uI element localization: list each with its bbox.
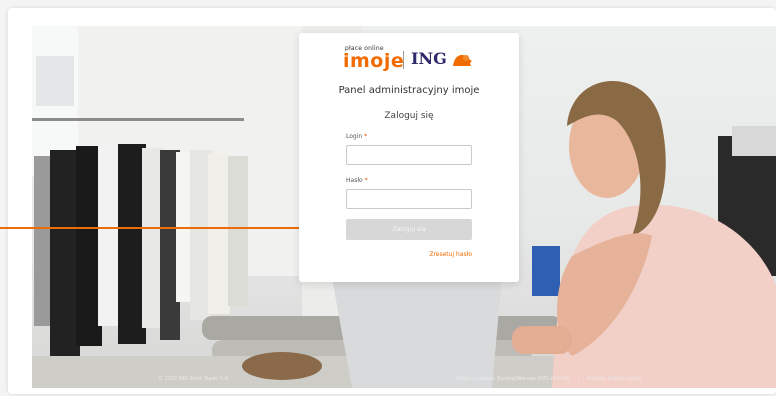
brand-logo: płace online imoje ING (299, 45, 519, 72)
required-mark: * (364, 133, 368, 140)
password-label: Hasło * (346, 177, 368, 184)
login-subtitle: Zaloguj się (384, 111, 434, 121)
panel-title: Panel administracyjny imoje (338, 85, 480, 96)
login-card: płace online imoje ING Panel administrac… (299, 33, 519, 282)
footer-info: Strefa czasowa: Europe/Warsaw (UTC+01:00… (456, 376, 641, 382)
login-button[interactable]: Zaloguj się (346, 219, 472, 240)
logo-imoje: imoje (343, 50, 405, 72)
footer-separator: | (577, 376, 580, 382)
login-input[interactable] (346, 145, 472, 165)
password-label-text: Hasło (346, 177, 363, 184)
password-input[interactable] (346, 189, 472, 209)
annotation-arrow-line (0, 227, 330, 229)
login-label-text: Login (346, 133, 363, 140)
copyright-text: © 2022 ING Bank Śląski S.A. (158, 376, 230, 382)
logo-divider (403, 51, 404, 69)
ing-lion-icon (453, 55, 472, 66)
logo-ing: ING (411, 49, 447, 68)
required-mark: * (364, 177, 368, 184)
cookie-policy-link[interactable]: Polityka plików cookie (587, 376, 642, 382)
reset-password-link[interactable]: Zresetuj hasło (429, 251, 472, 258)
timezone-text: Strefa czasowa: Europe/Warsaw (UTC+01:00… (456, 376, 570, 382)
login-label: Login * (346, 133, 367, 140)
